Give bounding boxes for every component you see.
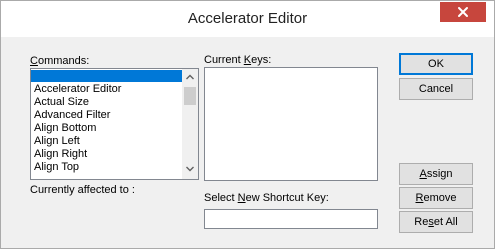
close-button[interactable]	[440, 2, 486, 22]
commands-label: Commands:	[30, 55, 90, 67]
ok-button[interactable]: OK	[399, 53, 473, 75]
cancel-button[interactable]: Cancel	[399, 78, 473, 100]
commands-scrollbar[interactable]	[182, 69, 198, 179]
close-icon	[458, 7, 468, 17]
list-item[interactable]: Align Bottom	[31, 122, 198, 134]
commands-list: Accelerator Editor Actual Size Advanced Fi…	[31, 70, 198, 173]
list-item[interactable]: Accelerator Editor	[31, 83, 198, 95]
select-shortcut-label: Select New Shortcut Key:	[204, 192, 329, 204]
shortcut-key-input[interactable]	[204, 209, 378, 229]
assign-button[interactable]: Assign	[399, 163, 473, 185]
currently-affected-label: Currently affected to :	[30, 184, 135, 196]
commands-listbox[interactable]: Accelerator Editor Actual Size Advanced Fi…	[30, 68, 199, 180]
remove-button[interactable]: Remove	[399, 187, 473, 209]
list-item[interactable]: Align Right	[31, 148, 198, 160]
accelerator-editor-dialog: Accelerator Editor Commands: Accelerator…	[0, 0, 495, 249]
current-keys-label: Current Keys:	[204, 54, 272, 66]
title-bar: Accelerator Editor	[1, 1, 494, 37]
chevron-down-icon[interactable]	[186, 166, 194, 172]
list-item[interactable]: Align Left	[31, 135, 198, 147]
list-item-selected[interactable]	[31, 70, 198, 82]
list-item[interactable]: Advanced Filter	[31, 109, 198, 121]
list-item[interactable]: Actual Size	[31, 96, 198, 108]
list-item[interactable]: Align Top	[31, 161, 198, 173]
chevron-up-icon[interactable]	[186, 74, 194, 80]
scroll-thumb[interactable]	[184, 87, 196, 105]
reset-all-button[interactable]: Reset All	[399, 211, 473, 233]
dialog-title: Accelerator Editor	[187, 10, 308, 27]
current-keys-listbox[interactable]	[204, 67, 378, 181]
